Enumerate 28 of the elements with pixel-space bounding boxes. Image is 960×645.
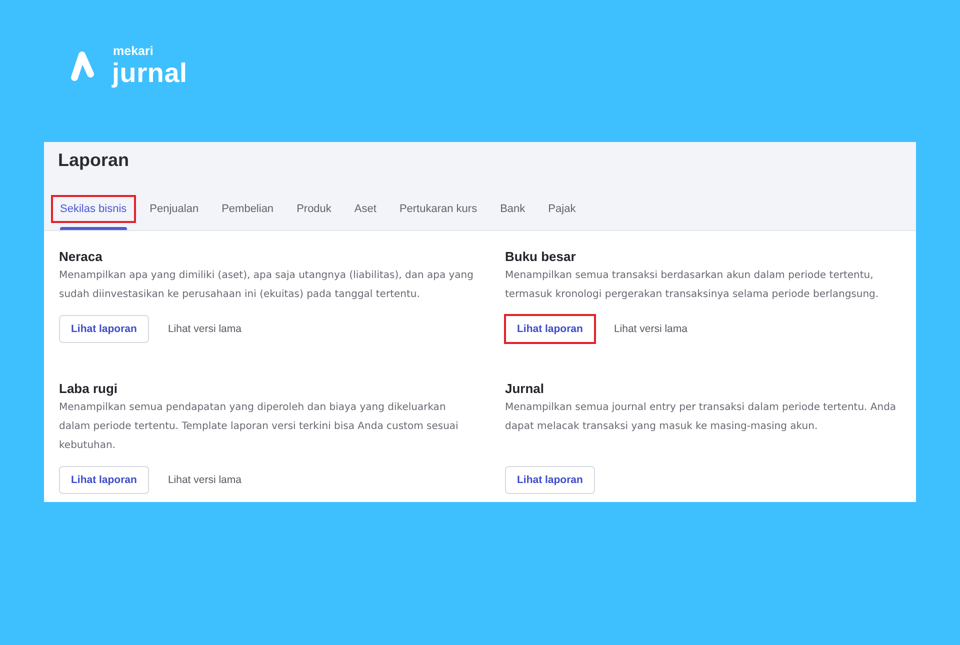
view-report-button[interactable]: Lihat laporan [505, 466, 595, 494]
tab[interactable]: Aset [345, 195, 386, 223]
view-report-button[interactable]: Lihat laporan [59, 315, 149, 343]
report-description: Menampilkan semua pendapatan yang diperoleh dan biaya yang dikeluarkan dalam periode tertentu. Template laporan versi terkini bisa Anda custom sesuai kebutuhan. [59, 401, 460, 453]
tab[interactable]: Pembelian [212, 195, 283, 223]
old-version-link[interactable]: Lihat versi lama [164, 466, 246, 494]
report-title: Buku besar [505, 249, 577, 265]
report-title: Laba rugi [59, 381, 119, 397]
tab[interactable]: Sekilas bisnis [51, 195, 136, 223]
product-name: jurnal [112, 59, 188, 88]
report-title: Jurnal [505, 381, 546, 397]
report-description: Menampilkan apa yang dimiliki (aset), apa saja utangnya (liabilitas), dan apa yang sudah diinvestasikan ke perusahaan ini (ekuitas) pada tanggal tertentu. [59, 269, 474, 302]
brand-name: mekari [113, 44, 154, 59]
view-report-button[interactable]: Lihat laporan [505, 315, 595, 343]
report-description: Menampilkan semua journal entry per transaksi dalam periode tertentu. Anda dapat melacak transaksi yang masuk ke masing-masing akun. [505, 401, 898, 434]
active-tab-indicator [60, 227, 127, 230]
logo-icon [70, 50, 95, 82]
old-version-link[interactable]: Lihat versi lama [164, 315, 246, 343]
tab[interactable]: Produk [288, 195, 340, 223]
tab[interactable]: Pertukaran kurs [390, 195, 486, 223]
tab[interactable]: Pajak [539, 195, 585, 223]
view-report-button[interactable]: Lihat laporan [59, 466, 149, 494]
tab[interactable]: Bank [491, 195, 534, 223]
page-title: Laporan [58, 149, 130, 171]
report-description: Menampilkan semua transaksi berdasarkan akun dalam periode tertentu, termasuk kronologi pergerakan transaksinya selama periode berlangsung. [505, 269, 880, 302]
old-version-link[interactable]: Lihat versi lama [610, 315, 692, 343]
report-title: Neraca [59, 249, 104, 265]
tab[interactable]: Penjualan [140, 195, 208, 223]
